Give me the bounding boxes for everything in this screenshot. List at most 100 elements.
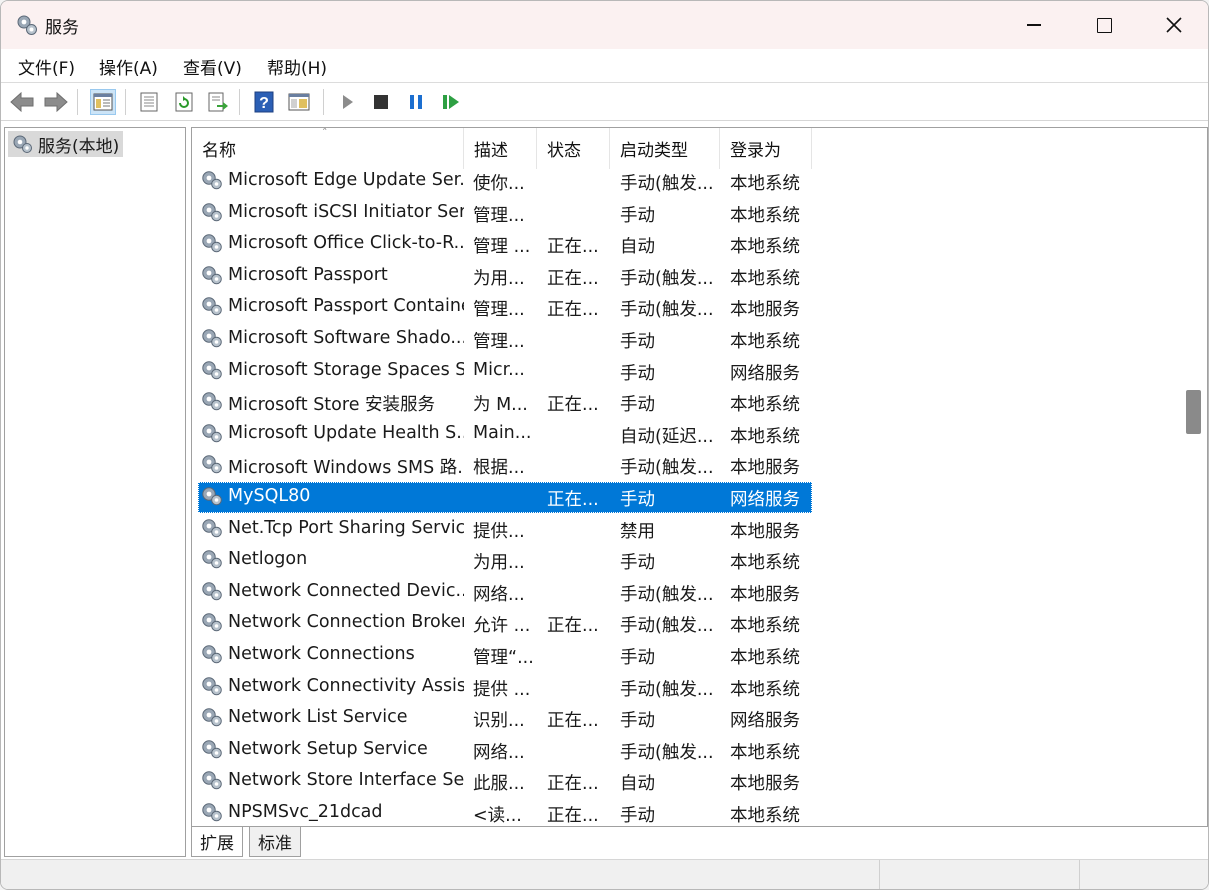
service-row[interactable]: Net.Tcp Port Sharing Service 提供... 禁用 本地服务 (192, 514, 1182, 546)
service-description: 管理... (473, 300, 525, 321)
help-button[interactable]: ? (251, 89, 277, 115)
minimize-button[interactable] (999, 1, 1069, 49)
service-startup-type: 手动(触发... (620, 300, 714, 321)
service-log-on-as: 本地服务 (730, 774, 800, 795)
service-row[interactable]: Microsoft Software Shado... 管理... 手动 本地系统 (192, 324, 1182, 356)
maximize-button[interactable] (1069, 1, 1139, 49)
service-description: 管理... (473, 331, 525, 352)
menu-help[interactable]: 帮助(H) (267, 54, 327, 79)
service-row[interactable]: Network Connectivity Assis... 提供 ... 手动(触发… (192, 672, 1182, 704)
forward-button[interactable] (43, 89, 69, 115)
refresh-button[interactable] (171, 89, 197, 115)
service-log-on-as: 本地系统 (730, 805, 800, 826)
service-description: 此服... (473, 774, 525, 795)
service-row[interactable]: Microsoft Update Health S... Main... 自动(延迟… (192, 419, 1182, 451)
close-button[interactable] (1139, 1, 1208, 49)
console-view-icon (288, 93, 310, 111)
service-log-on-as: 网络服务 (730, 711, 800, 732)
tree-item-services-local[interactable]: 服务(本地) (8, 131, 124, 157)
service-log-on-as: 本地系统 (730, 616, 800, 637)
service-name: Network Store Interface Se... (228, 770, 464, 791)
service-status: 正在... (547, 489, 599, 510)
toolbar: ? (1, 83, 1208, 121)
maximize-icon (1096, 17, 1112, 33)
service-row[interactable]: Microsoft Storage Spaces S... Micr... 手动 网络… (192, 356, 1182, 388)
service-row[interactable]: Microsoft Office Click-to-R... 管理 ... 正在..… (192, 229, 1182, 261)
export-list-button[interactable] (205, 89, 231, 115)
service-row[interactable]: NPSMSvc_21dcad <读... 正在... 手动 本地系统 (192, 798, 1182, 826)
status-bar (1, 859, 1208, 889)
service-gear-icon (200, 580, 224, 607)
column-header-name[interactable]: ˄ 名称 (192, 128, 464, 169)
service-row[interactable]: Microsoft iSCSI Initiator Ser... 管理... 手动 本… (192, 198, 1182, 230)
service-description: 为 M... (473, 395, 528, 416)
menu-view[interactable]: 查看(V) (183, 54, 242, 79)
export-list-icon (208, 92, 228, 112)
service-row[interactable]: Microsoft Passport Container 管理... 正在... 手动… (192, 292, 1182, 324)
scrollbar-thumb[interactable] (1186, 390, 1201, 434)
service-log-on-as: 本地系统 (730, 205, 800, 226)
window-title: 服务 (45, 18, 79, 38)
show-hide-tree-button[interactable] (90, 89, 116, 115)
service-name: Microsoft Storage Spaces S... (228, 359, 464, 380)
vertical-scrollbar[interactable] (1182, 128, 1207, 826)
service-startup-type: 手动(触发... (620, 458, 714, 479)
resume-service-button[interactable] (438, 89, 464, 115)
service-gear-icon (200, 390, 224, 417)
pause-service-button[interactable] (403, 89, 429, 115)
service-startup-type: 禁用 (620, 521, 655, 542)
service-log-on-as: 本地系统 (730, 742, 800, 763)
service-row[interactable]: MySQL80 正在... 手动 网络服务 (192, 481, 1182, 514)
column-label: 状态 (547, 141, 581, 161)
service-log-on-as: 本地系统 (730, 647, 800, 668)
service-row[interactable]: Network Connected Devic... 网络... 手动(触发... 本… (192, 577, 1182, 609)
services-list-view: ˄ 名称 描述 状态 启动类型 登录为 Microsoft Edge Updat… (191, 127, 1208, 827)
service-name: Microsoft Passport (228, 264, 388, 285)
service-row[interactable]: Microsoft Edge Update Ser... 使你... 手动(触发..… (192, 166, 1182, 198)
column-header-description[interactable]: 描述 (464, 128, 537, 169)
console-tree: 服务(本地) (4, 127, 186, 857)
properties-button[interactable] (136, 89, 162, 115)
menu-action[interactable]: 操作(A) (99, 54, 158, 79)
show-hide-tree-icon (93, 93, 113, 111)
services-window: 服务 文件(F) 操作(A) 查看(V) 帮助(H) ? 服务(本地) ˄ 名称… (0, 0, 1209, 890)
back-button[interactable] (9, 89, 35, 115)
stop-service-button[interactable] (368, 89, 394, 115)
service-gear-icon (200, 359, 224, 386)
service-log-on-as: 本地系统 (730, 426, 800, 447)
status-segment (1079, 860, 1208, 889)
start-service-button[interactable] (334, 89, 360, 115)
service-description: 提供 ... (473, 679, 531, 700)
service-startup-type: 手动 (620, 395, 655, 416)
pause-service-icon (410, 95, 422, 109)
service-description: 识别... (473, 711, 525, 732)
console-view-button[interactable] (286, 89, 312, 115)
tab-extended[interactable]: 扩展 (191, 827, 243, 857)
properties-icon (140, 92, 158, 112)
column-header-status[interactable]: 状态 (537, 128, 610, 169)
service-status: 正在... (547, 237, 599, 258)
service-row[interactable]: Netlogon 为用... 手动 本地系统 (192, 545, 1182, 577)
service-row[interactable]: Microsoft Passport 为用... 正在... 手动(触发... 本地系统 (192, 261, 1182, 293)
menu-file[interactable]: 文件(F) (18, 54, 75, 79)
tab-standard[interactable]: 标准 (249, 827, 301, 857)
service-description: 网络... (473, 742, 525, 763)
service-row[interactable]: Network Connection Broker 允许 ... 正在... 手动(触… (192, 608, 1182, 640)
service-row[interactable]: Network Connections 管理“... 手动 本地系统 (192, 640, 1182, 672)
service-description: 允许 ... (473, 616, 531, 637)
service-status: 正在... (547, 300, 599, 321)
service-row[interactable]: Microsoft Windows SMS 路... 根据... 手动(触发... 本… (192, 450, 1182, 482)
service-row[interactable]: Network Setup Service 网络... 手动(触发... 本地系统 (192, 735, 1182, 767)
column-header-startup-type[interactable]: 启动类型 (610, 128, 720, 169)
title-bar[interactable]: 服务 (1, 1, 1208, 49)
column-header-log-on-as[interactable]: 登录为 (720, 128, 812, 169)
service-status: 正在... (547, 395, 599, 416)
refresh-icon (175, 92, 193, 112)
service-gear-icon (200, 264, 224, 291)
service-row[interactable]: Network Store Interface Se... 此服... 正在... 自… (192, 766, 1182, 798)
services-rows: Microsoft Edge Update Ser... 使你... 手动(触发..… (192, 166, 1182, 826)
service-row[interactable]: Network List Service 识别... 正在... 手动 网络服务 (192, 703, 1182, 735)
service-status: 正在... (547, 268, 599, 289)
service-gear-icon (200, 769, 224, 796)
service-row[interactable]: Microsoft Store 安装服务 为 M... 正在... 手动 本地系统 (192, 387, 1182, 419)
